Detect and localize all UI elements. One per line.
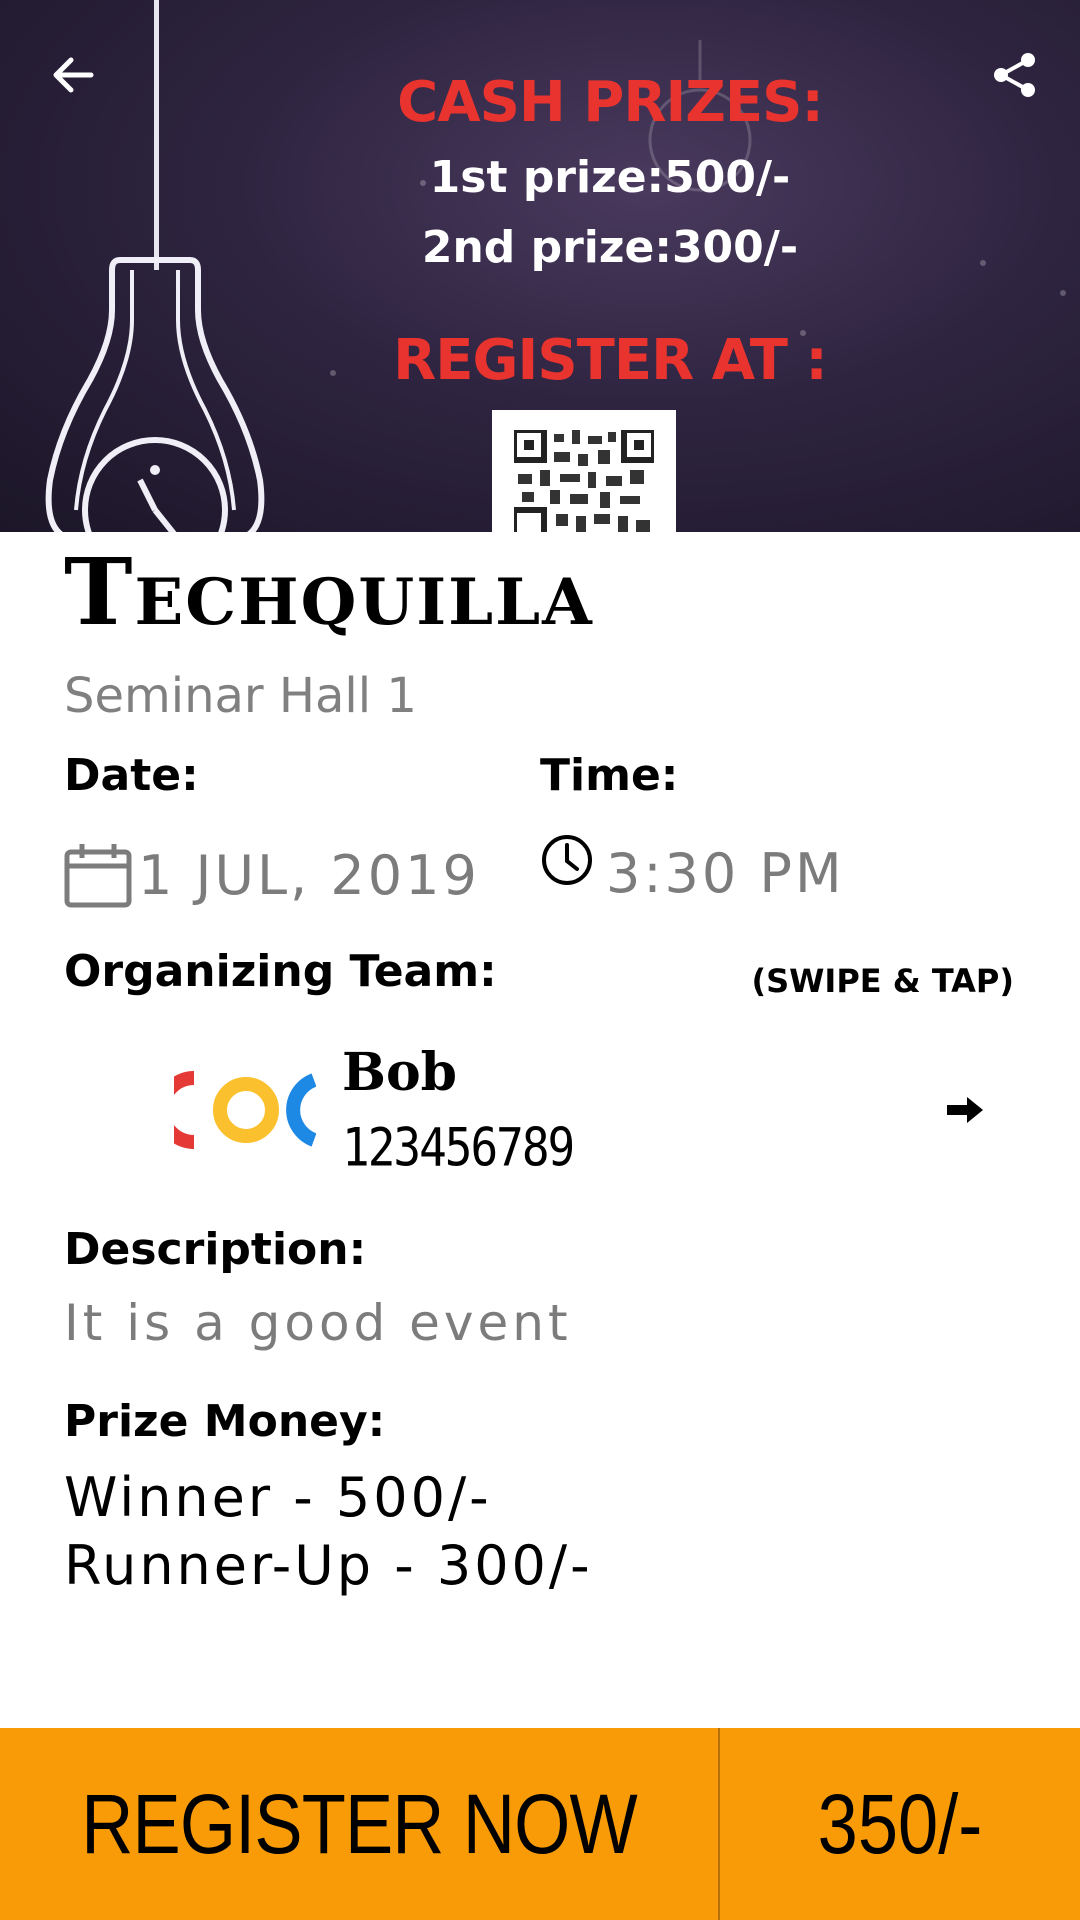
bar-divider (718, 1728, 720, 1920)
register-now-button[interactable]: REGISTER NOW (50, 1728, 667, 1920)
qr-code (492, 410, 676, 532)
clock-icon (542, 834, 592, 885)
registration-fee: 350/- (817, 1776, 983, 1871)
poster-second-prize: 2nd prize:300/- (421, 222, 799, 273)
date-label: Date: (64, 750, 199, 801)
organizer-logo (174, 1070, 316, 1150)
prize-winner: Winner - 500/- (64, 1466, 492, 1529)
calendar-icon (64, 844, 132, 908)
back-button[interactable] (38, 40, 108, 110)
event-time: 3:30 PM (540, 834, 845, 905)
swipe-tap-hint: (SWIPE & TAP) (751, 962, 1014, 1000)
event-date: 1 JUL, 2019 (64, 842, 480, 908)
organizer-card[interactable]: Bob 123456789 (150, 1030, 1010, 1200)
organizer-phone: 123456789 (342, 1116, 575, 1179)
prize-money-label: Prize Money: (64, 1396, 386, 1447)
event-poster-banner: CASH PRIZES: 1st prize:500/- 2nd prize:3… (0, 0, 1080, 532)
bulb-wire (154, 0, 159, 270)
register-at-heading: REGISTER AT : (393, 328, 828, 393)
event-venue: Seminar Hall 1 (64, 668, 417, 724)
arrow-back-icon (53, 57, 94, 93)
organizer-name: Bob (342, 1042, 457, 1103)
light-bulb-illustration (45, 257, 265, 532)
poster-first-prize: 1st prize:500/- (429, 152, 791, 203)
next-organizer-button[interactable] (940, 1085, 990, 1135)
arrow-right-icon (947, 1097, 983, 1123)
prize-runner-up: Runner-Up - 300/- (64, 1534, 593, 1597)
event-title: Techquilla (64, 538, 594, 646)
cash-prizes-heading: CASH PRIZES: (397, 70, 824, 135)
description-text: It is a good event (64, 1294, 572, 1352)
event-time-value: 3:30 PM (606, 842, 845, 905)
event-date-value: 1 JUL, 2019 (138, 843, 480, 907)
share-icon (994, 53, 1035, 97)
bottom-action-bar: REGISTER NOW 350/- (0, 1728, 1080, 1920)
time-label: Time: (540, 750, 679, 801)
share-button[interactable] (980, 40, 1050, 110)
description-label: Description: (64, 1224, 367, 1275)
organizing-team-label: Organizing Team: (64, 946, 497, 997)
